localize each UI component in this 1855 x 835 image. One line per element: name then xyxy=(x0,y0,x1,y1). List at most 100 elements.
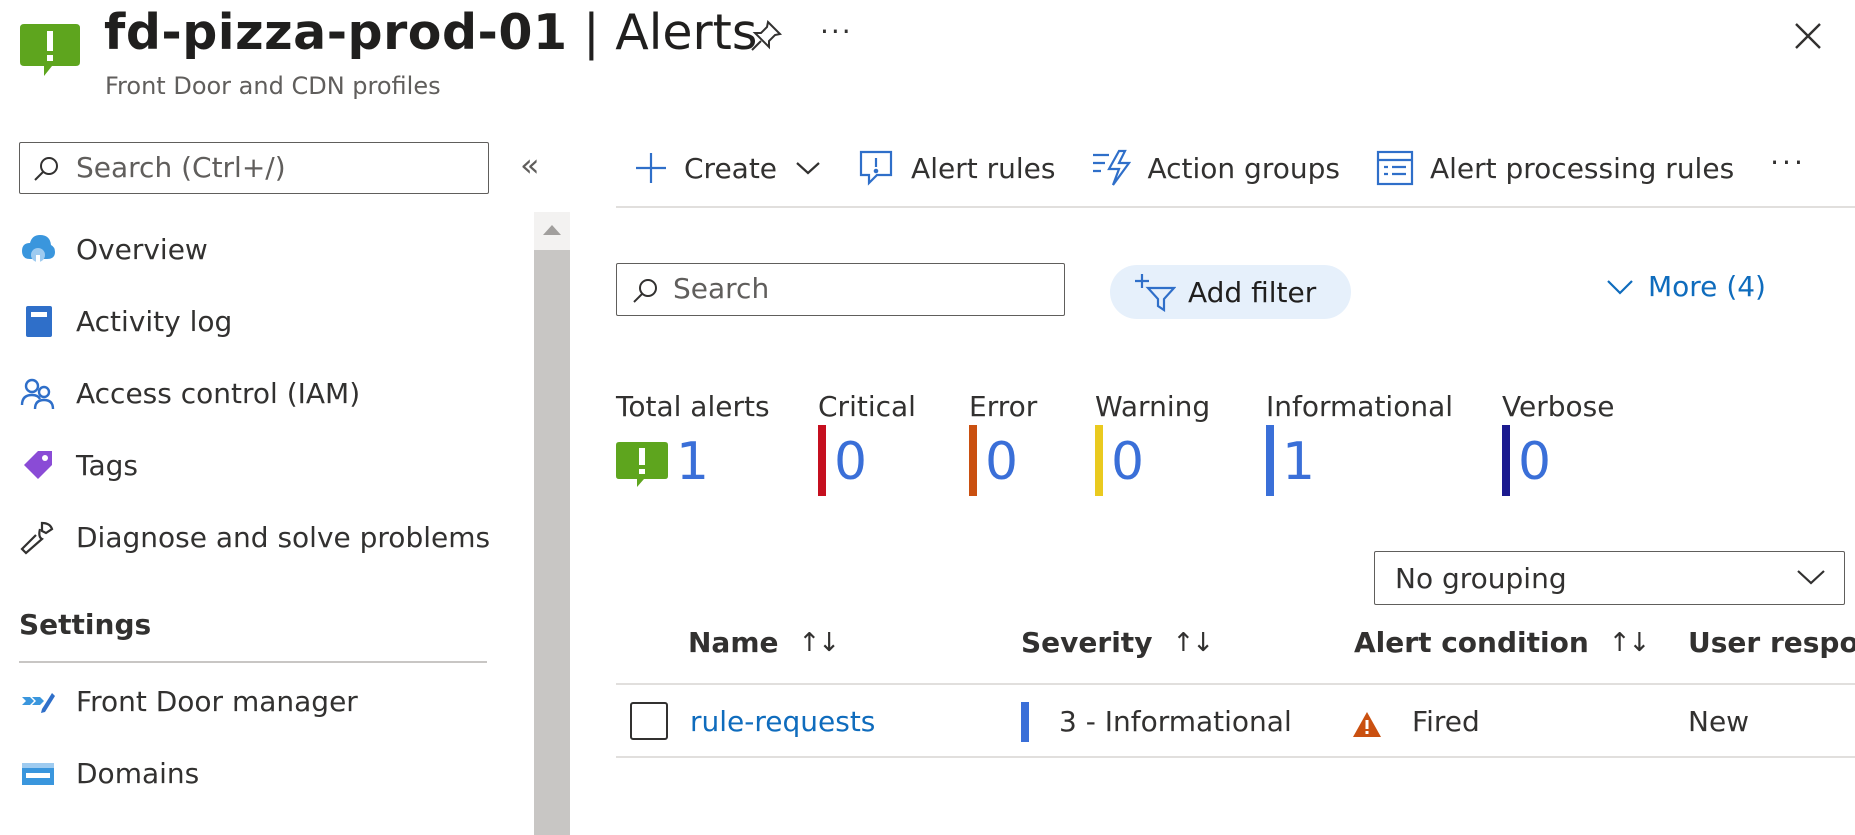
page-name: Alerts xyxy=(615,4,758,61)
resource-name: fd-pizza-prod-01 xyxy=(104,4,568,61)
sidebar-item-overview[interactable]: Overview xyxy=(18,221,208,277)
nav-search-input[interactable]: Search (Ctrl+/) xyxy=(19,142,489,194)
column-header-severity[interactable]: Severity ↑↓ xyxy=(1021,626,1214,659)
sidebar-item-iam[interactable]: Access control (IAM) xyxy=(18,365,360,421)
domains-icon xyxy=(18,753,58,793)
warning-icon xyxy=(1352,711,1382,743)
sidebar-item-domains[interactable]: Domains xyxy=(18,745,199,801)
search-icon xyxy=(633,279,657,303)
page-title: fd-pizza-prod-01 | Alerts xyxy=(104,2,757,64)
alert-rules-label: Alert rules xyxy=(911,151,1056,185)
row-checkbox[interactable] xyxy=(630,702,668,740)
front-door-icon xyxy=(18,681,58,721)
error-severity-bar xyxy=(969,425,977,496)
pin-icon[interactable] xyxy=(748,18,784,54)
warning-severity-bar xyxy=(1095,425,1103,496)
alert-processing-rules-button[interactable]: Alert processing rules xyxy=(1376,150,1734,186)
informational-severity-bar xyxy=(1266,425,1274,496)
column-header-name[interactable]: Name ↑↓ xyxy=(688,626,841,659)
user-response: New xyxy=(1688,705,1750,738)
row-severity-bar xyxy=(1021,702,1029,742)
close-icon[interactable] xyxy=(1790,18,1826,54)
sidebar-item-label: Front Door manager xyxy=(76,684,358,718)
table-header-divider xyxy=(616,683,1855,685)
critical-severity-bar xyxy=(818,425,826,496)
verbose-label: Verbose xyxy=(1502,390,1615,423)
page-subtitle: Front Door and CDN profiles xyxy=(105,72,441,100)
tag-icon xyxy=(18,445,58,485)
header-more-button[interactable]: ··· xyxy=(820,15,853,48)
alert-name-link[interactable]: rule-requests xyxy=(690,705,875,738)
plus-icon xyxy=(636,153,666,183)
nav-search-placeholder: Search (Ctrl+/) xyxy=(76,151,286,184)
toolbar-more-button[interactable]: ··· xyxy=(1770,146,1806,179)
processing-rules-icon xyxy=(1376,150,1414,186)
total-alerts-count[interactable]: 1 xyxy=(676,432,709,492)
sidebar-item-label: Activity log xyxy=(76,304,233,338)
action-groups-icon xyxy=(1093,149,1132,186)
more-filters-label: More (4) xyxy=(1648,270,1766,303)
settings-divider xyxy=(19,661,487,663)
sidebar-item-label: Tags xyxy=(76,448,138,482)
sidebar-item-label: Access control (IAM) xyxy=(76,376,361,410)
column-header-alert-condition[interactable]: Alert condition ↑↓ xyxy=(1354,626,1651,659)
critical-count[interactable]: 0 xyxy=(834,432,867,492)
sidebar-item-activity-log[interactable]: Activity log xyxy=(18,293,232,349)
column-label: Name xyxy=(688,626,779,659)
chevron-down-icon xyxy=(796,162,820,175)
alert-rules-button[interactable]: Alert rules xyxy=(857,149,1055,187)
action-groups-label: Action groups xyxy=(1147,151,1340,185)
alerts-search-input[interactable]: Search xyxy=(616,263,1065,316)
activity-log-icon xyxy=(18,301,58,341)
title-separator: | xyxy=(567,4,616,61)
sidebar-item-diagnose[interactable]: Diagnose and solve problems xyxy=(18,509,490,565)
verbose-severity-bar xyxy=(1502,425,1510,496)
grouping-selected: No grouping xyxy=(1395,562,1567,595)
warning-count[interactable]: 0 xyxy=(1111,432,1144,492)
sidebar-item-label: Diagnose and solve problems xyxy=(76,520,491,554)
toolbar-divider xyxy=(616,206,1855,208)
sidebar-item-front-door-manager[interactable]: Front Door manager xyxy=(18,673,358,729)
scroll-up-arrow[interactable] xyxy=(534,212,570,250)
error-count[interactable]: 0 xyxy=(985,432,1018,492)
informational-label: Informational xyxy=(1266,390,1454,423)
alert-severity: 3 - Informational xyxy=(1059,705,1292,738)
warning-label: Warning xyxy=(1095,390,1211,423)
alerts-resource-icon xyxy=(20,24,80,78)
nav-scrollbar[interactable] xyxy=(534,212,570,835)
wrench-icon xyxy=(18,517,58,557)
column-label: Alert condition xyxy=(1354,626,1589,659)
add-filter-icon xyxy=(1135,274,1176,312)
iam-icon xyxy=(18,373,58,413)
column-label: User respon xyxy=(1688,626,1855,659)
action-groups-button[interactable]: Action groups xyxy=(1091,149,1340,187)
total-alerts-label: Total alerts xyxy=(616,390,770,423)
overview-icon xyxy=(18,229,58,269)
grouping-dropdown[interactable]: No grouping xyxy=(1374,551,1845,605)
add-filter-label: Add filter xyxy=(1188,275,1317,309)
column-label: Severity xyxy=(1021,626,1153,659)
create-label: Create xyxy=(684,151,778,185)
sidebar-item-label: Overview xyxy=(76,232,208,266)
sort-icon[interactable]: ↑↓ xyxy=(799,628,841,658)
chevron-down-icon xyxy=(1607,279,1633,295)
command-bar: Create Alert rules Action groups Alert p… xyxy=(634,142,1806,194)
verbose-count[interactable]: 0 xyxy=(1518,432,1551,492)
create-button[interactable]: Create xyxy=(634,151,821,185)
sort-icon[interactable]: ↑↓ xyxy=(1609,628,1651,658)
sidebar-item-label: Domains xyxy=(76,756,200,790)
sort-icon[interactable]: ↑↓ xyxy=(1172,628,1214,658)
alert-rule-icon xyxy=(859,150,893,186)
critical-label: Critical xyxy=(818,390,916,423)
sidebar-item-tags[interactable]: Tags xyxy=(18,437,138,493)
collapse-nav-button[interactable]: « xyxy=(520,146,540,184)
more-filters-button[interactable]: More (4) xyxy=(1606,270,1766,303)
search-icon xyxy=(34,157,58,181)
alerts-search-placeholder: Search xyxy=(673,272,770,305)
add-filter-button[interactable]: Add filter xyxy=(1110,265,1351,319)
informational-count[interactable]: 1 xyxy=(1282,432,1315,492)
column-header-user-response[interactable]: User respon xyxy=(1688,626,1855,659)
error-label: Error xyxy=(969,390,1038,423)
alert-condition: Fired xyxy=(1412,705,1480,738)
total-alerts-icon xyxy=(616,442,668,488)
